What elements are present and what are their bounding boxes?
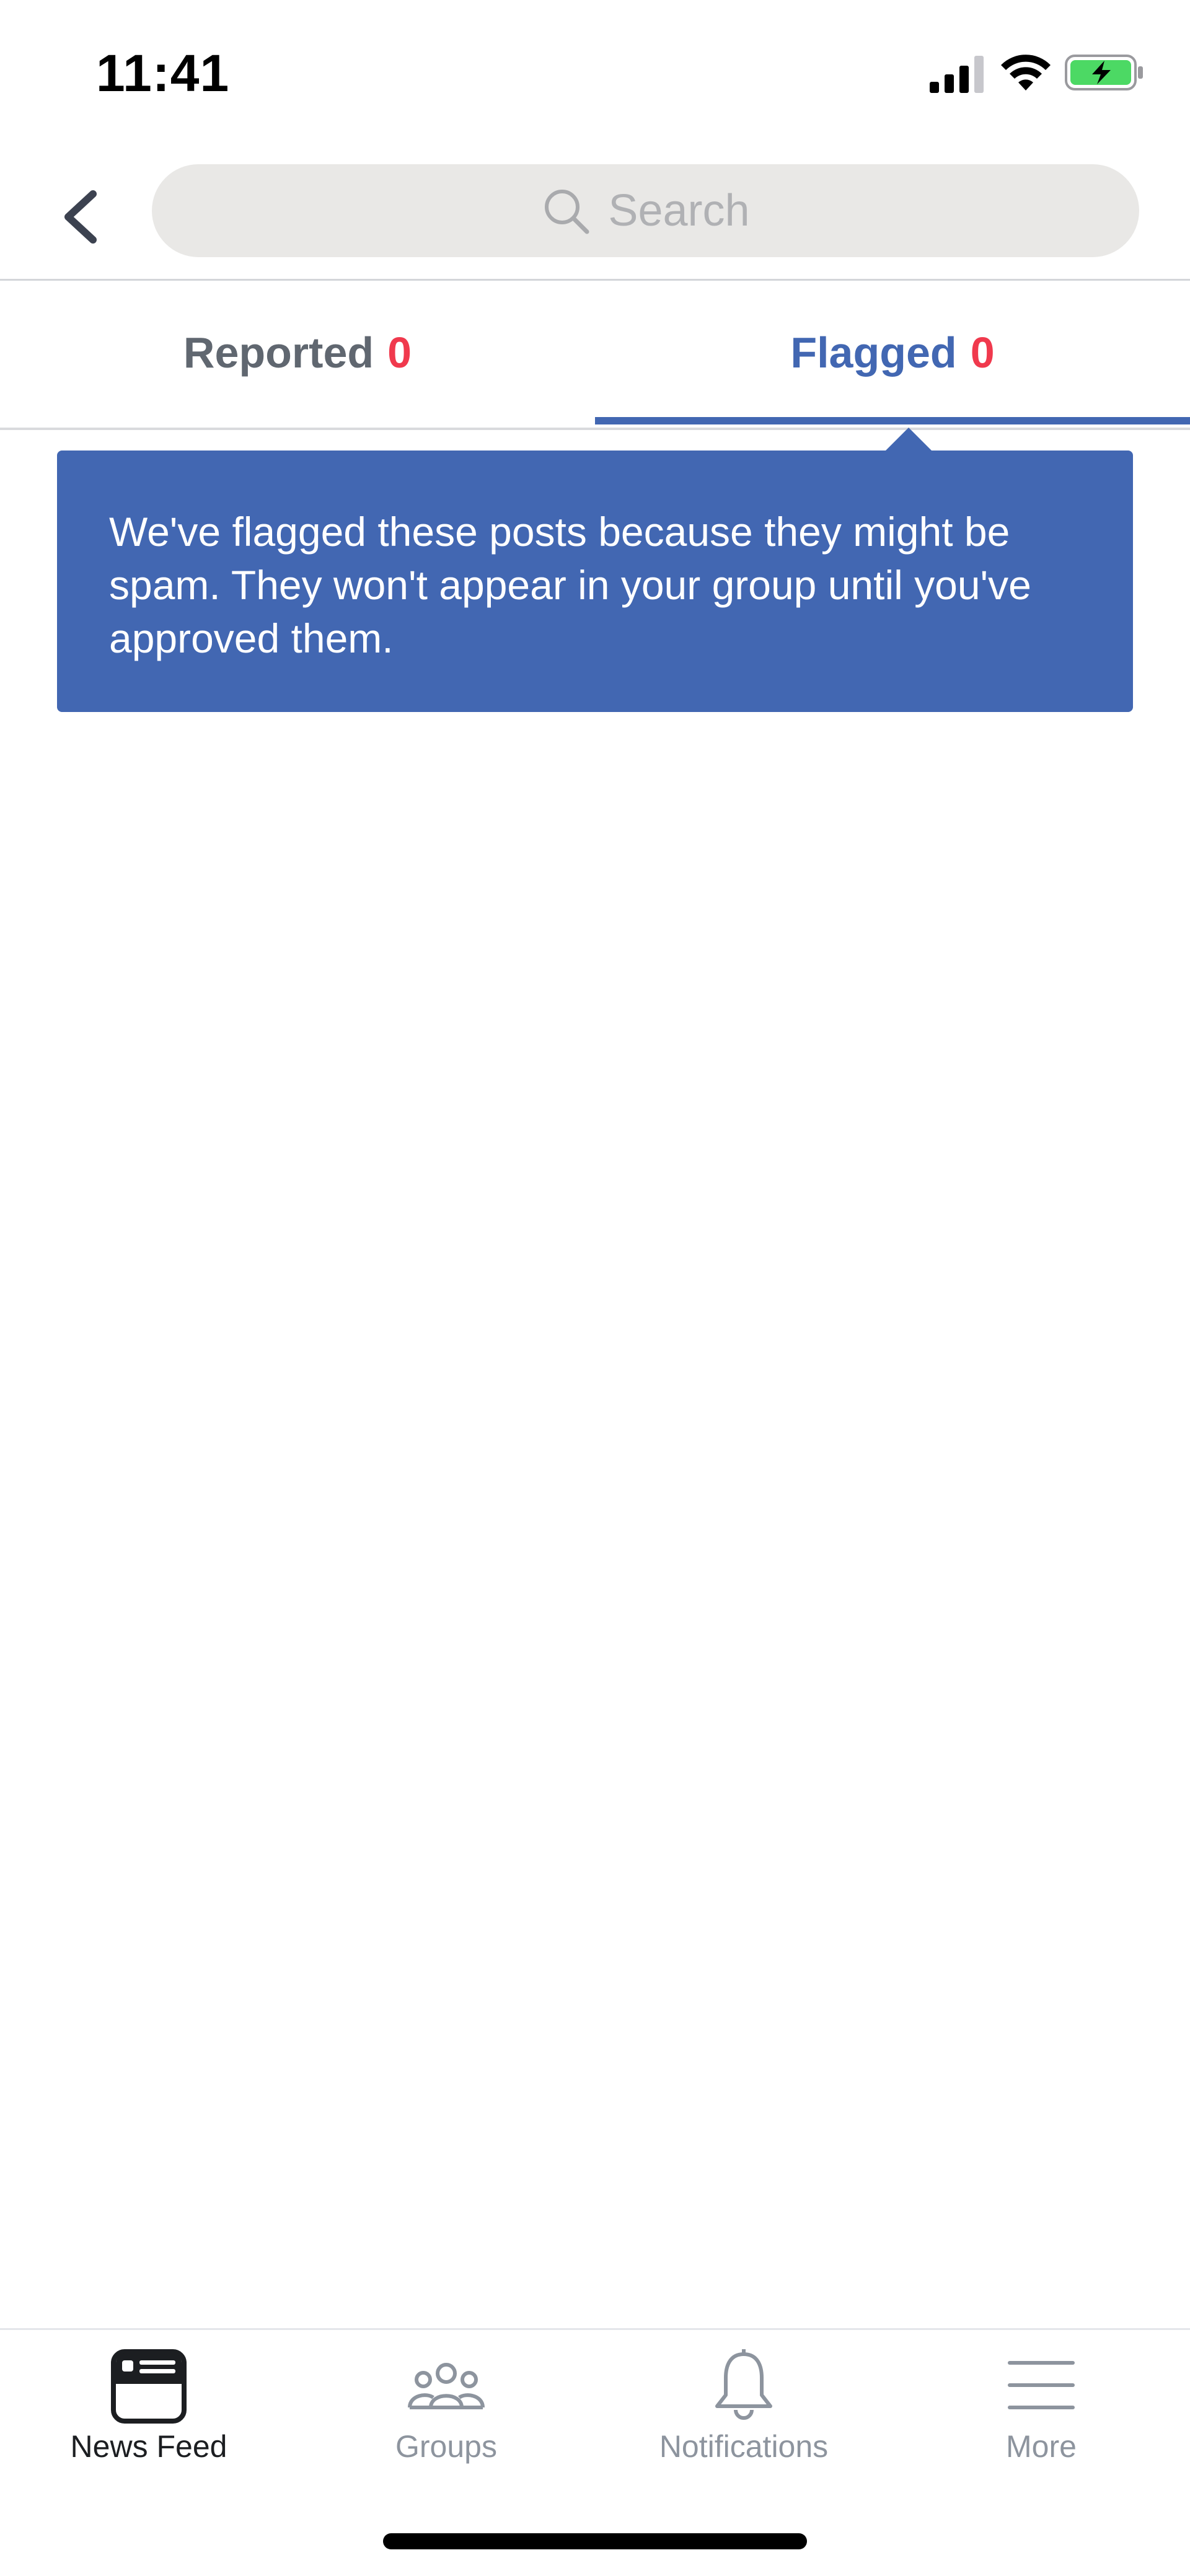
tab-flagged-count: 0 bbox=[970, 328, 995, 377]
nav-more-label: More bbox=[1006, 2429, 1077, 2464]
search-icon bbox=[545, 190, 589, 234]
tab-reported[interactable]: Reported 0 bbox=[0, 281, 595, 424]
moderation-tabs: Reported 0 Flagged 0 bbox=[0, 281, 1190, 424]
search-placeholder: Search bbox=[608, 186, 750, 235]
nav-news-feed[interactable]: News Feed bbox=[0, 2330, 298, 2485]
tab-reported-label: Reported bbox=[183, 328, 374, 377]
nav-news-feed-label: News Feed bbox=[70, 2429, 227, 2464]
active-tab-indicator bbox=[595, 417, 1190, 424]
tooltip-arrow bbox=[884, 428, 933, 452]
battery-charging-icon bbox=[1065, 55, 1143, 90]
news-feed-icon bbox=[111, 2349, 187, 2424]
cellular-signal-icon bbox=[930, 56, 984, 93]
flagged-info-tooltip[interactable]: We've flagged these posts because they m… bbox=[57, 451, 1133, 712]
tab-reported-count: 0 bbox=[387, 328, 412, 377]
status-icons bbox=[0, 0, 1190, 143]
status-bar: 11:41 bbox=[0, 0, 1190, 143]
groups-icon bbox=[408, 2363, 485, 2409]
chevron-left-icon bbox=[64, 190, 97, 244]
nav-notifications[interactable]: Notifications bbox=[595, 2330, 892, 2485]
tab-flagged-label: Flagged bbox=[790, 328, 957, 377]
home-indicator[interactable] bbox=[383, 2533, 807, 2549]
tabs-divider bbox=[0, 428, 1190, 430]
menu-icon bbox=[1008, 2361, 1075, 2409]
search-input[interactable]: Search bbox=[152, 164, 1139, 257]
nav-groups[interactable]: Groups bbox=[298, 2330, 595, 2485]
nav-more[interactable]: More bbox=[892, 2330, 1190, 2485]
nav-notifications-label: Notifications bbox=[659, 2429, 829, 2464]
bell-icon bbox=[715, 2349, 772, 2420]
tooltip-text: We've flagged these posts because they m… bbox=[109, 509, 1031, 661]
nav-groups-label: Groups bbox=[395, 2429, 497, 2464]
search-header: Search bbox=[0, 143, 1190, 281]
tab-flagged[interactable]: Flagged 0 bbox=[595, 281, 1190, 424]
back-button[interactable] bbox=[50, 180, 112, 254]
wifi-icon bbox=[1001, 55, 1051, 90]
